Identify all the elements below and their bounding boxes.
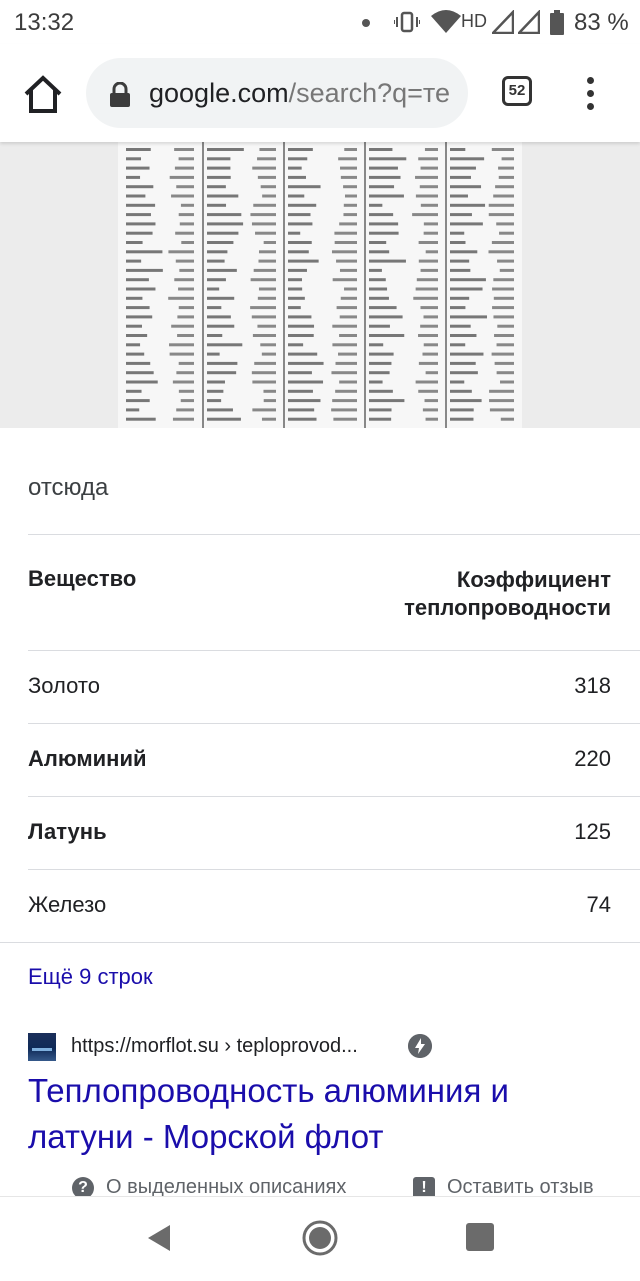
- row-value: 74: [586, 892, 611, 917]
- url-host: google.com: [149, 78, 289, 108]
- home-icon[interactable]: [22, 74, 64, 114]
- status-bar: 13:32 HD 83 %: [0, 0, 640, 44]
- table-header-substance: Вещество: [28, 566, 137, 591]
- snippet-source-text: отсюда: [28, 474, 109, 501]
- table-header-coefficient-line2: теплопроводности: [404, 595, 611, 620]
- amp-icon: [408, 1034, 432, 1058]
- system-nav-bar: [0, 1196, 640, 1281]
- table-header-coefficient: Коэффициент теплопроводности: [404, 566, 611, 622]
- row-substance: Железо: [28, 892, 107, 917]
- more-rows-link[interactable]: Ещё 9 строк: [28, 964, 153, 990]
- row-value: 318: [574, 673, 611, 698]
- signal-icon: [492, 10, 514, 34]
- recents-icon[interactable]: [466, 1223, 494, 1251]
- lock-icon: [110, 82, 130, 107]
- menu-icon[interactable]: [585, 77, 595, 113]
- result-url: https://morflot.su › teploprovod...: [71, 1035, 358, 1057]
- battery-percentage: 83 %: [574, 9, 629, 36]
- site-favicon: [28, 1033, 56, 1061]
- vibrate-icon: [394, 11, 420, 33]
- row-substance: Алюминий: [28, 746, 147, 771]
- battery-icon: [550, 10, 564, 35]
- table-row: Железо 74: [28, 870, 611, 942]
- about-snippets-label: О выделенных описаниях: [106, 1176, 347, 1198]
- address-bar[interactable]: google.com/search?q=те: [86, 58, 468, 128]
- snippet-image[interactable]: [0, 142, 640, 428]
- tabs-button[interactable]: 52: [502, 76, 532, 106]
- divider: [28, 534, 640, 535]
- result-title-link[interactable]: Теплопроводность алюминия и латуни - Мор…: [28, 1068, 608, 1160]
- table-row: Золото 318: [28, 651, 611, 723]
- table-row: Латунь 125: [28, 797, 611, 869]
- scanned-table-image: [0, 142, 640, 428]
- row-value: 220: [574, 746, 611, 771]
- divider: [0, 942, 640, 943]
- url-path: /search?q=те: [288, 78, 451, 108]
- status-time: 13:32: [14, 9, 75, 36]
- url-text: google.com/search?q=те: [149, 78, 450, 109]
- notification-dot: [362, 19, 370, 27]
- back-icon[interactable]: [146, 1224, 172, 1252]
- row-value: 125: [574, 819, 611, 844]
- network-type: HD: [461, 11, 487, 31]
- table-header-coefficient-line1: Коэффициент: [456, 567, 611, 592]
- browser-toolbar: google.com/search?q=те 52: [0, 44, 640, 142]
- wifi-icon: [431, 10, 461, 33]
- signal-icon-2: [518, 10, 540, 34]
- table-row: Алюминий 220: [28, 724, 611, 796]
- row-substance: Латунь: [28, 819, 107, 844]
- home-button-icon[interactable]: [301, 1219, 339, 1257]
- row-substance: Золото: [28, 673, 100, 698]
- feedback-label: Оставить отзыв: [447, 1176, 594, 1198]
